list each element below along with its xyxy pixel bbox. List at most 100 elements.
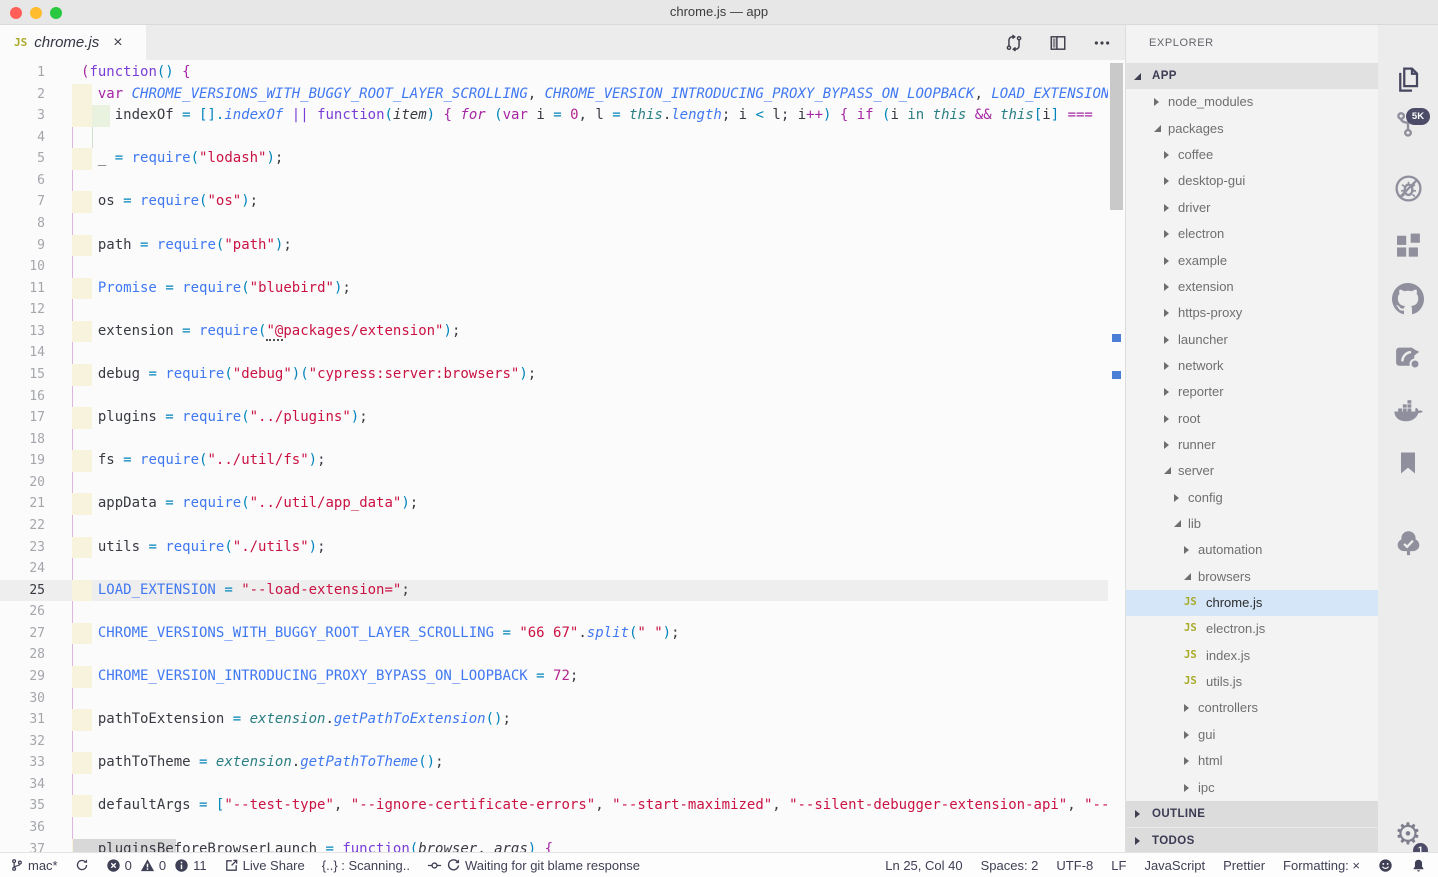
code-line-23[interactable]: 23 utils = require("./utils"); (0, 537, 1125, 559)
code-line-22[interactable]: 22 (0, 515, 1125, 537)
split-editor-icon[interactable] (1049, 34, 1067, 52)
problems-status[interactable]: 0011 (106, 858, 207, 873)
code-line-29[interactable]: 29 CHROME_VERSION_INTRODUCING_PROXY_BYPA… (0, 666, 1125, 688)
code-line-11[interactable]: 11 Promise = require("bluebird"); (0, 278, 1125, 300)
code-line-28[interactable]: 28 (0, 644, 1125, 666)
file-item-utils-js[interactable]: JSutils.js (1126, 669, 1378, 695)
file-item-chrome-js[interactable]: JSchrome.js (1126, 590, 1378, 616)
code-line-34[interactable]: 34 (0, 774, 1125, 796)
code-line-4[interactable]: 4 (0, 127, 1125, 149)
code-line-13[interactable]: 13 extension = require("@packages/extens… (0, 321, 1125, 343)
file-item-index-js[interactable]: JSindex.js (1126, 643, 1378, 669)
code-line-10[interactable]: 10 (0, 256, 1125, 278)
formatting-status[interactable]: Formatting: × (1283, 858, 1360, 873)
language-mode[interactable]: JavaScript (1144, 858, 1205, 873)
extensions-icon[interactable] (1378, 232, 1438, 261)
live-share-status[interactable]: Live Share (224, 858, 305, 873)
git-blame-status[interactable]: Waiting for git blame response (427, 858, 640, 873)
folder-item-https-proxy[interactable]: https-proxy (1126, 300, 1378, 326)
cursor-position[interactable]: Ln 25, Col 40 (885, 858, 962, 873)
github-icon[interactable] (1378, 283, 1438, 315)
prettier-status[interactable]: Prettier (1223, 858, 1265, 873)
code-line-14[interactable]: 14 (0, 342, 1125, 364)
git-branch-status[interactable]: mac* (10, 858, 58, 873)
file-item-electron-js[interactable]: JSelectron.js (1126, 616, 1378, 642)
notifications-bell[interactable] (1411, 858, 1426, 873)
code-line-25[interactable]: 25 LOAD_EXTENSION = "--load-extension="; (0, 580, 1125, 602)
code-line-27[interactable]: 27 CHROME_VERSIONS_WITH_BUGGY_ROOT_LAYER… (0, 623, 1125, 645)
code-line-31[interactable]: 31 pathToExtension = extension.getPathTo… (0, 709, 1125, 731)
folder-item-browsers[interactable]: browsers (1126, 564, 1378, 590)
feedback-smiley[interactable] (1378, 858, 1393, 873)
code-line-35[interactable]: 35 defaultArgs = ["--test-type", "--igno… (0, 795, 1125, 817)
folder-item-packages[interactable]: packages (1126, 116, 1378, 142)
folder-item-config[interactable]: config (1126, 485, 1378, 511)
folder-item-network[interactable]: network (1126, 353, 1378, 379)
folder-item-example[interactable]: example (1126, 248, 1378, 274)
code-line-7[interactable]: 7 os = require("os"); (0, 191, 1125, 213)
folder-item-driver[interactable]: driver (1126, 195, 1378, 221)
code-line-5[interactable]: 5 _ = require("lodash"); (0, 148, 1125, 170)
folder-item-gui[interactable]: gui (1126, 722, 1378, 748)
explorer-section-todos[interactable]: TODOS (1126, 827, 1378, 852)
live-share-activity-icon[interactable] (1378, 342, 1438, 372)
code-line-20[interactable]: 20 (0, 472, 1125, 494)
folder-item-extension[interactable]: extension (1126, 274, 1378, 300)
folder-item-automation[interactable]: automation (1126, 537, 1378, 563)
folder-item-coffee[interactable]: coffee (1126, 142, 1378, 168)
code-line-26[interactable]: 26 (0, 601, 1125, 623)
scanning-status[interactable]: {..} : Scanning.. (322, 858, 410, 873)
code-line-2[interactable]: 2 var CHROME_VERSIONS_WITH_BUGGY_ROOT_LA… (0, 84, 1125, 106)
code-line-3[interactable]: 3 indexOf = [].indexOf || function(item)… (0, 105, 1125, 127)
bookmarks-icon[interactable] (1378, 449, 1438, 477)
code-line-32[interactable]: 32 (0, 731, 1125, 753)
test-tree-icon[interactable] (1378, 528, 1438, 559)
code-line-1[interactable]: 1(function() { (0, 62, 1125, 84)
scrollbar-thumb[interactable] (1110, 63, 1123, 210)
eol[interactable]: LF (1111, 858, 1126, 873)
folder-item-controllers[interactable]: controllers (1126, 695, 1378, 721)
folder-item-electron[interactable]: electron (1126, 221, 1378, 247)
folder-item-html[interactable]: html (1126, 748, 1378, 774)
folder-item-reporter[interactable]: reporter (1126, 379, 1378, 405)
more-actions-icon[interactable] (1093, 34, 1111, 52)
code-line-17[interactable]: 17 plugins = require("../plugins"); (0, 407, 1125, 429)
folder-item-lib[interactable]: lib (1126, 511, 1378, 537)
folder-item-runner[interactable]: runner (1126, 432, 1378, 458)
sync-status[interactable] (75, 858, 89, 872)
editor-scrollbar[interactable] (1108, 60, 1125, 852)
code-line-30[interactable]: 30 (0, 688, 1125, 710)
code-line-16[interactable]: 16 (0, 386, 1125, 408)
code-line-36[interactable]: 36 (0, 817, 1125, 839)
folder-item-desktop-gui[interactable]: desktop-gui (1126, 168, 1378, 194)
code-line-33[interactable]: 33 pathToTheme = extension.getPathToThem… (0, 752, 1125, 774)
explorer-icon[interactable] (1378, 65, 1438, 95)
folder-item-root[interactable]: root (1126, 406, 1378, 432)
code-line-19[interactable]: 19 fs = require("../util/fs"); (0, 450, 1125, 472)
tab-close-icon[interactable]: × (113, 35, 122, 51)
explorer-section-app[interactable]: APP (1126, 63, 1378, 89)
code-line-21[interactable]: 21 appData = require("../util/app_data")… (0, 493, 1125, 515)
code-line-18[interactable]: 18 (0, 429, 1125, 451)
docker-icon[interactable] (1378, 397, 1438, 429)
code-line-15[interactable]: 15 debug = require("debug")("cypress:ser… (0, 364, 1125, 386)
code-line-6[interactable]: 6 (0, 170, 1125, 192)
source-control-badge: 5K (1406, 108, 1430, 125)
folder-item-launcher[interactable]: launcher (1126, 327, 1378, 353)
settings-gear-icon[interactable]: ⚙ (1378, 820, 1438, 850)
explorer-section-outline[interactable]: OUTLINE (1126, 801, 1378, 827)
debug-disabled-icon[interactable] (1378, 173, 1438, 204)
folder-item-ipc[interactable]: ipc (1126, 775, 1378, 801)
folder-item-node-modules[interactable]: node_modules (1126, 89, 1378, 115)
encoding[interactable]: UTF-8 (1056, 858, 1093, 873)
code-editor[interactable]: 1(function() {2 var CHROME_VERSIONS_WITH… (0, 60, 1125, 852)
open-changes-icon[interactable] (1005, 34, 1023, 52)
code-line-12[interactable]: 12 (0, 299, 1125, 321)
folder-item-server[interactable]: server (1126, 458, 1378, 484)
code-line-24[interactable]: 24 (0, 558, 1125, 580)
code-line-37[interactable]: 37 pluginsBeforeBrowserLaunch = function… (0, 839, 1125, 852)
tab-chrome-js[interactable]: JS chrome.js × (0, 25, 146, 60)
code-line-9[interactable]: 9 path = require("path"); (0, 235, 1125, 257)
code-line-8[interactable]: 8 (0, 213, 1125, 235)
indentation[interactable]: Spaces: 2 (981, 858, 1039, 873)
